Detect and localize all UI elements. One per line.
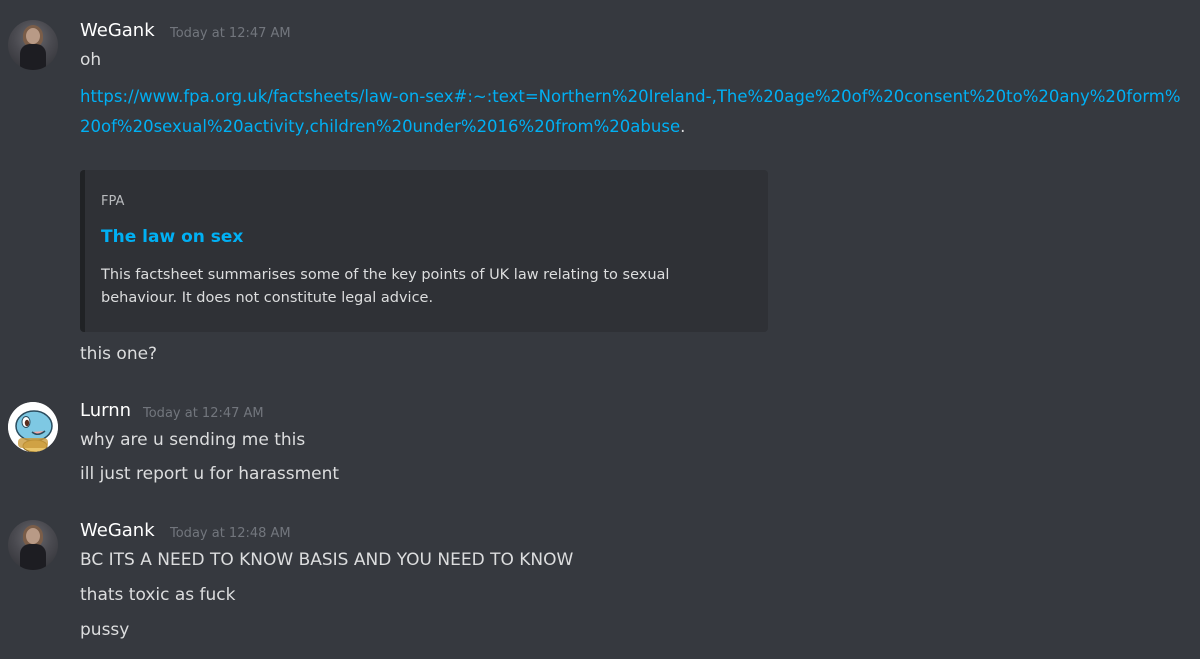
avatar-body: [20, 44, 46, 70]
avatar[interactable]: [8, 402, 58, 452]
timestamp: Today at 12:47 AM: [170, 26, 291, 41]
username[interactable]: WeGank: [80, 520, 155, 541]
avatar-face: [26, 28, 40, 44]
avatar-face: [26, 528, 40, 544]
embed-title-link[interactable]: The law on sex: [101, 227, 243, 247]
avatar[interactable]: [8, 20, 58, 70]
link-url[interactable]: https://www.fpa.org.uk/factsheets/law-on…: [80, 87, 1181, 136]
message-group: Lurnn Today at 12:47 AM why are u sendin…: [0, 390, 1200, 500]
message-text: oh: [80, 50, 102, 70]
message-link: https://www.fpa.org.uk/factsheets/law-on…: [80, 82, 1190, 142]
link-embed: FPA The law on sex This factsheet summar…: [80, 170, 768, 332]
timestamp: Today at 12:47 AM: [143, 406, 264, 421]
embed-description: This factsheet summarises some of the ke…: [101, 267, 670, 306]
avatar[interactable]: [8, 520, 58, 570]
message-text: thats toxic as fuck: [80, 585, 236, 605]
timestamp: Today at 12:48 AM: [170, 526, 291, 541]
message-text: this one?: [80, 344, 158, 364]
avatar-body: [20, 544, 46, 570]
embed-provider: FPA: [101, 194, 125, 209]
message-text: ill just report u for harassment: [80, 464, 340, 484]
chat-messages: WeGank Today at 12:47 AM oh https://www.…: [0, 0, 1200, 659]
message-text: why are u sending me this: [80, 430, 306, 450]
message-text: BC ITS A NEED TO KNOW BASIS AND YOU NEED…: [80, 550, 574, 570]
message-group: WeGank Today at 12:48 AM BC ITS A NEED T…: [0, 510, 1200, 659]
message-group: WeGank Today at 12:47 AM oh https://www.…: [0, 0, 1200, 372]
username[interactable]: WeGank: [80, 20, 155, 41]
link-trailing-text: .: [680, 117, 686, 136]
squirtle-avatar-icon: [8, 402, 58, 452]
message-text: pussy: [80, 620, 130, 640]
username[interactable]: Lurnn: [80, 400, 131, 421]
